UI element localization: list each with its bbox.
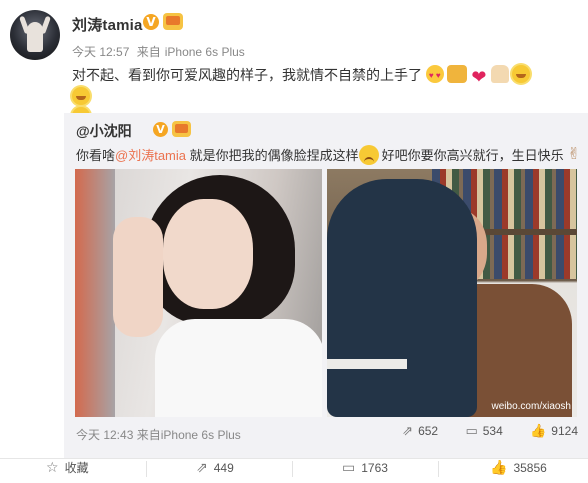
photo-woman xyxy=(327,179,477,417)
thumbs-up-icon: 👍 xyxy=(530,424,547,439)
vip-crown-icon xyxy=(163,13,183,30)
photo-face xyxy=(163,199,253,309)
action-bar: ☆ 收藏 ⇗ 449 ▭ 1763 👍 35856 xyxy=(0,458,588,483)
mention-link[interactable]: @刘涛tamia xyxy=(115,148,186,163)
favorite-button[interactable]: ☆ 收藏 xyxy=(46,459,89,483)
repost-text-before: 你看啥 xyxy=(76,148,116,163)
clap-emoji-icon xyxy=(490,65,509,83)
repost-text-mid: 就是你把我的偶像脸捏成这样 xyxy=(186,148,359,163)
photo-watermark: weibo.com/xiaosh xyxy=(491,401,571,412)
photo-hand xyxy=(113,217,163,337)
verified-badge-icon: V xyxy=(143,14,159,30)
repost-count: 449 xyxy=(213,461,234,475)
heart-emoji-icon xyxy=(470,69,488,87)
post-source[interactable]: iPhone 6s Plus xyxy=(165,45,245,59)
comment-button[interactable]: ▭ 1763 xyxy=(342,459,388,483)
repost-icon: ⇗ xyxy=(196,460,208,476)
avatar[interactable] xyxy=(10,10,60,60)
repost-like-count: 9124 xyxy=(551,424,578,438)
divider xyxy=(146,461,147,477)
repost-body: 你看啥@刘涛tamia 就是你把我的偶像脸捏成这样 好吧你要你高兴就行，生日快乐 xyxy=(76,144,581,166)
like-button[interactable]: 👍 35856 xyxy=(490,459,547,483)
repost-meta: 今天 12:43 来自iPhone 6s Plus xyxy=(76,426,241,443)
verified-badge-icon: V xyxy=(153,122,168,137)
repost-block[interactable]: @小沈阳 V 你看啥@刘涛tamia 就是你把我的偶像脸捏成这样 好吧你要你高兴就… xyxy=(64,113,588,458)
divider xyxy=(438,461,439,477)
repost-source[interactable]: iPhone 6s Plus xyxy=(161,428,241,442)
repost-comment-stat[interactable]: ▭ 534 xyxy=(465,424,502,439)
sun-emoji-icon xyxy=(511,65,530,83)
repost-photo-right[interactable]: weibo.com/xiaosh xyxy=(327,169,577,417)
favorite-label: 收藏 xyxy=(64,461,89,475)
weibo-post-card: 刘涛tamia V 今天 12:57 来自 iPhone 6s Plus 对不起、… xyxy=(0,0,588,483)
cheers-emoji-icon xyxy=(446,65,467,83)
thumbs-up-icon: 👍 xyxy=(490,460,508,476)
divider xyxy=(292,461,293,477)
repost-button[interactable]: ⇗ 449 xyxy=(196,459,234,483)
repost-icon: ⇗ xyxy=(402,424,414,439)
repost-time[interactable]: 今天 12:43 xyxy=(76,428,133,442)
repost-text-after: 好吧你要你高兴就行，生日快乐 xyxy=(381,148,564,163)
repost-like-stat[interactable]: 👍 9124 xyxy=(530,424,578,439)
photo-shirt xyxy=(155,319,322,417)
repost-source-prefix: 来自 xyxy=(136,428,161,442)
photo-stripe xyxy=(327,359,407,369)
repost-stats: ⇗ 652 ▭ 534 👍 9124 xyxy=(378,424,578,439)
post-meta: 今天 12:57 来自 iPhone 6s Plus xyxy=(72,43,249,60)
repost-repost-count: 652 xyxy=(418,424,439,438)
repost-photo-left[interactable] xyxy=(75,169,322,417)
avatar-figure xyxy=(27,22,43,52)
photo-door xyxy=(75,169,115,417)
vip-crown-icon xyxy=(172,121,191,137)
star-icon: ☆ xyxy=(46,460,59,476)
like-count: 35856 xyxy=(513,461,547,475)
comment-icon: ▭ xyxy=(342,460,356,476)
heart-eyes-emoji-icon xyxy=(425,65,444,86)
comment-icon: ▭ xyxy=(465,424,478,439)
post-source-prefix: 来自 xyxy=(136,45,161,59)
post-text: 对不起、看到你可爱风趣的样子，我就情不自禁的上手了 xyxy=(72,67,422,83)
repost-username[interactable]: @小沈阳 xyxy=(76,121,132,141)
post-username[interactable]: 刘涛tamia xyxy=(72,14,143,35)
sun-emoji-icon xyxy=(72,87,90,105)
post-time[interactable]: 今天 12:57 xyxy=(72,45,129,59)
repost-repost-stat[interactable]: ⇗ 652 xyxy=(402,424,438,439)
repost-comment-count: 534 xyxy=(482,424,503,438)
comment-count: 1763 xyxy=(361,461,388,475)
sad-emoji-icon xyxy=(358,145,379,165)
victory-hand-emoji-icon xyxy=(567,144,581,164)
